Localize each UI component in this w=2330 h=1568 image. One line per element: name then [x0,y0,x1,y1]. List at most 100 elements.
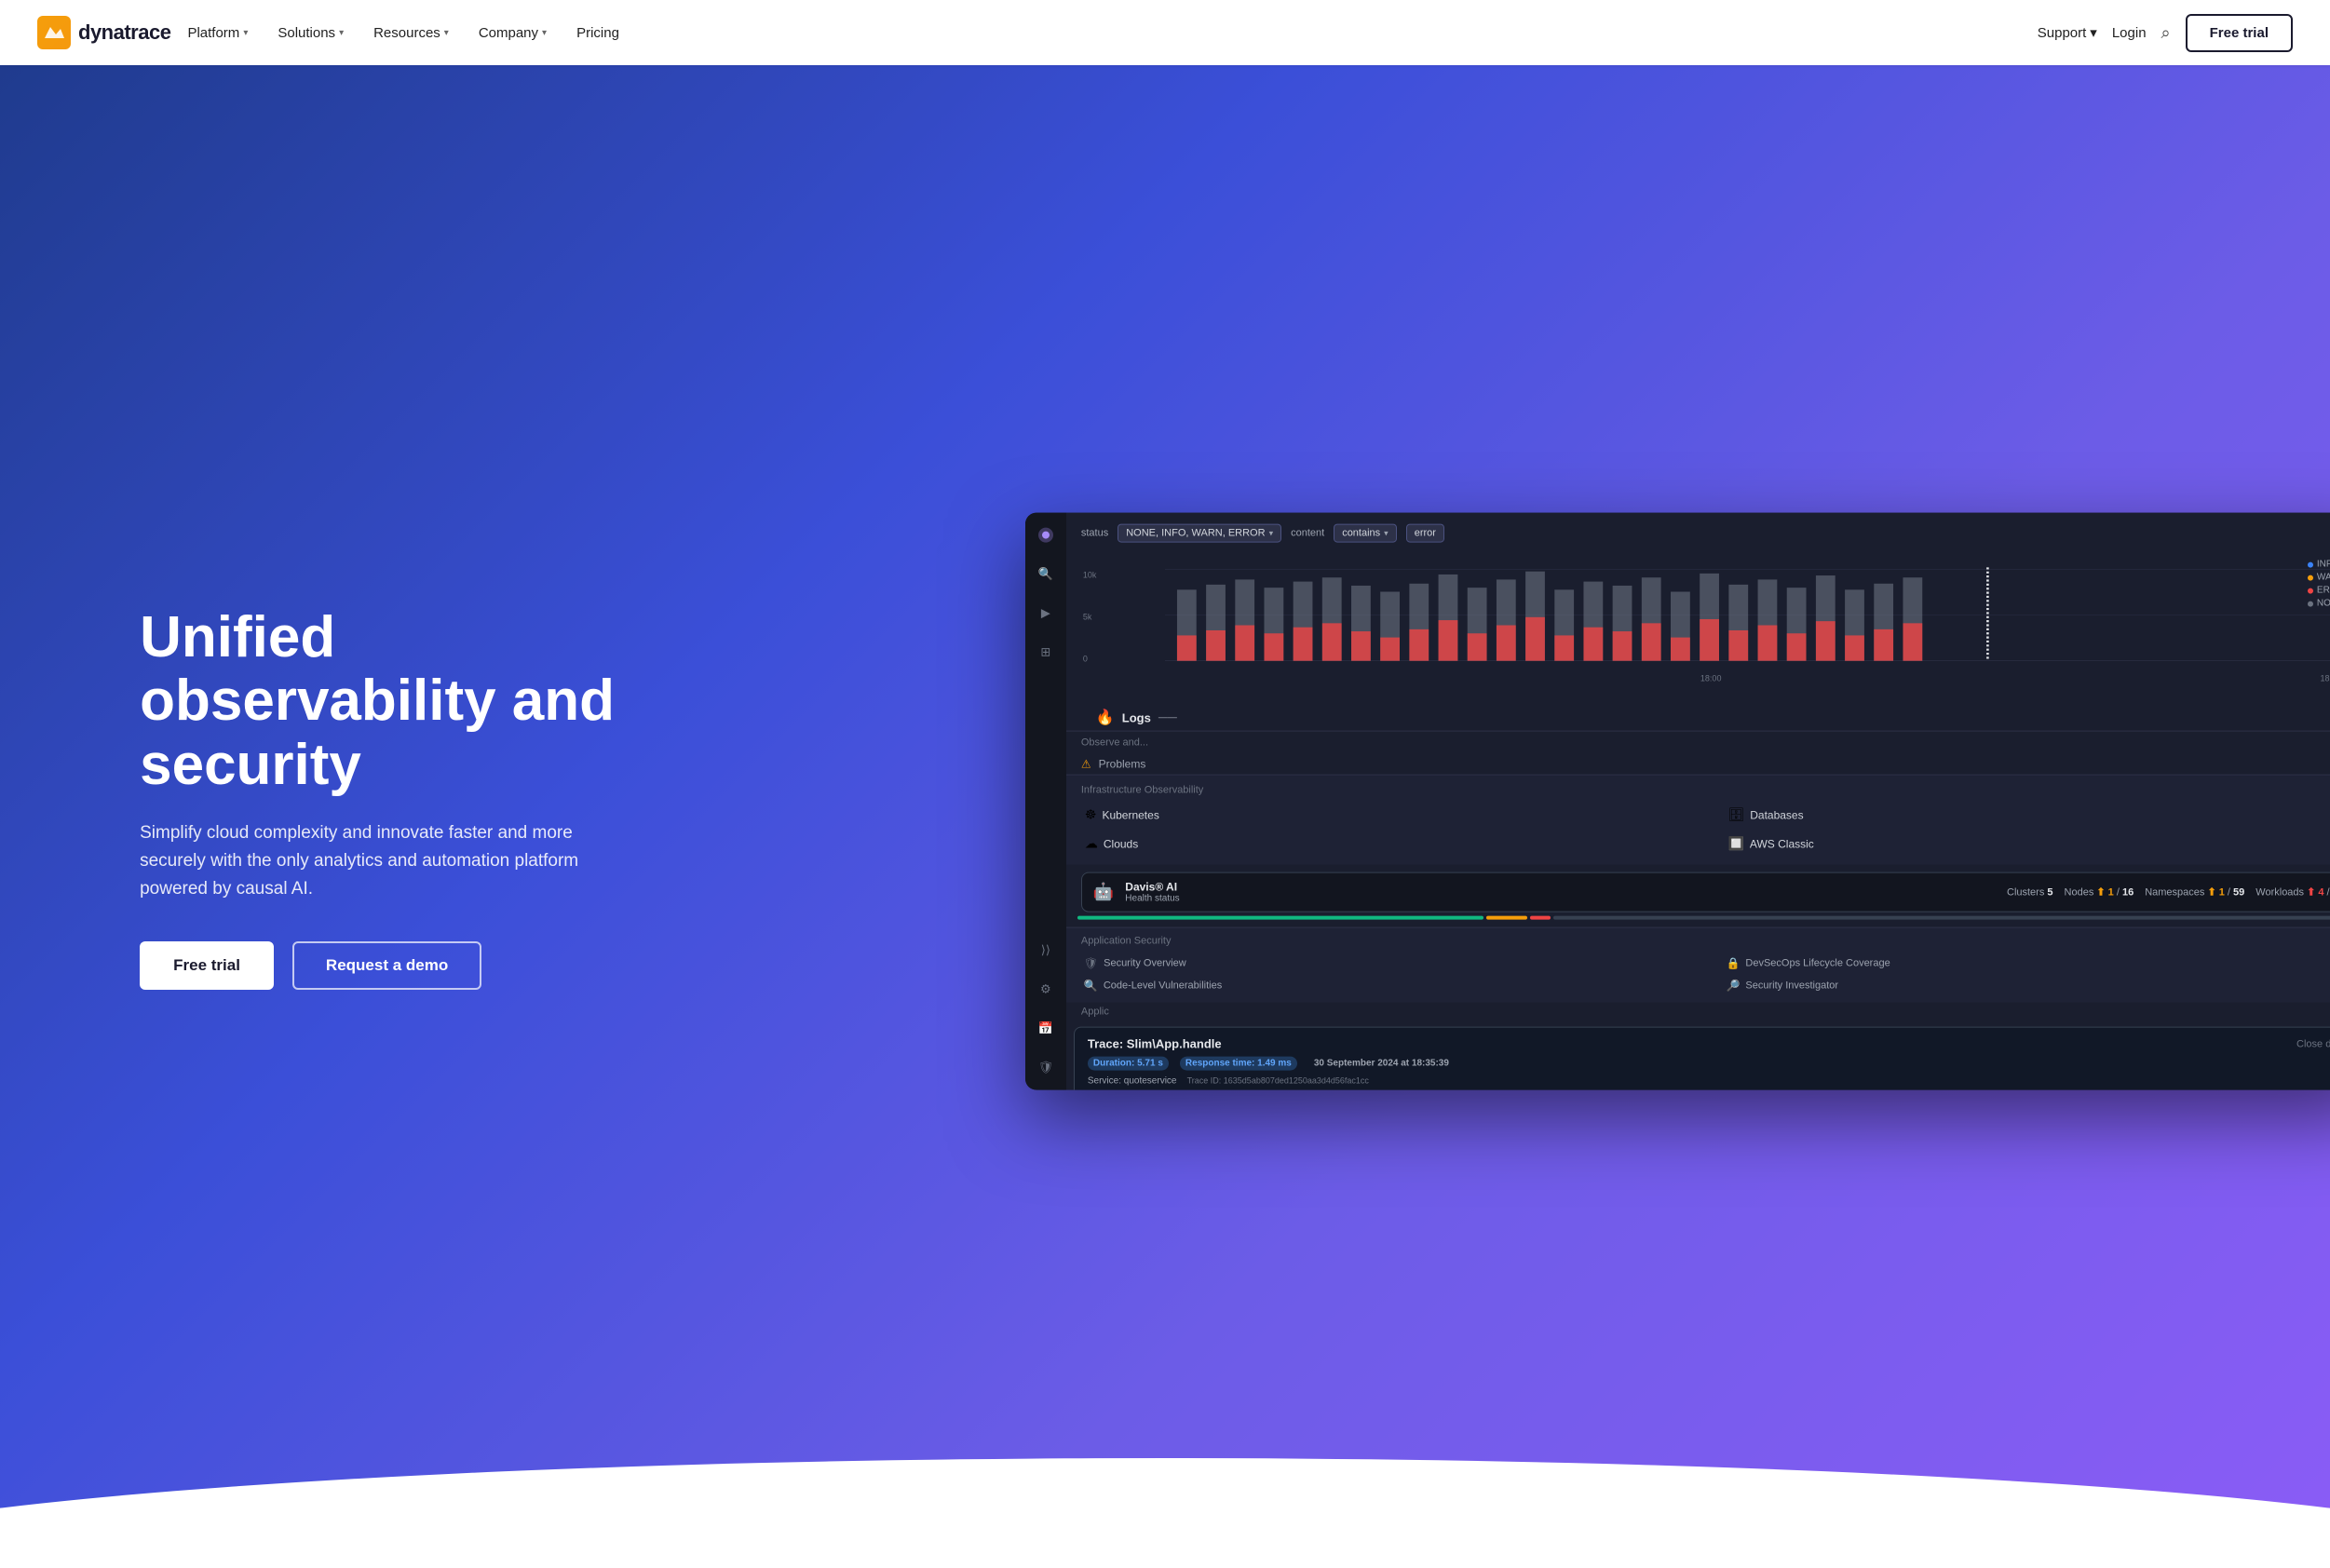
trace-title: Trace: Slim\App.handle [1088,1037,1222,1051]
problems-label: Problems [1099,758,1146,771]
investigator-icon: 🔎 [1726,980,1740,993]
sidebar-shield-icon[interactable]: 🛡 [1035,1057,1057,1079]
hero-content: Unified observability and security Simpl… [0,606,633,990]
chart-svg [1092,560,2330,671]
dashboard-mockup: 🔍 ▶ ⊞ ⟩⟩ ⚙ 📅 🛡 status NONE, [1025,513,2330,1090]
appsec-vulnerabilities: 🔍 Code-Level Vulnerabilities [1081,977,1720,995]
dashboard-sidebar: 🔍 ▶ ⊞ ⟩⟩ ⚙ 📅 🛡 [1025,513,1066,1090]
chevron-down-icon: ▾ [243,28,248,38]
metric-namespaces: Namespaces ⬆ 1 / 59 [2145,886,2244,899]
logs-icon: 🔥 [1096,709,1115,727]
nav-item-pricing[interactable]: Pricing [563,18,632,48]
error-filter-chip[interactable]: error [1406,524,1444,543]
infra-item-kubernetes: ☸ Kubernetes [1081,804,1719,827]
logs-title: Logs [1122,710,1151,724]
hero-buttons: Free trial Request a demo [140,941,633,990]
warning-icon: ⚠ [1081,758,1091,771]
search-icon[interactable]: ⌕ [2161,23,2171,43]
infra-grid: ☸ Kubernetes 🗄 Databases ☁ Clouds [1081,804,2330,856]
sidebar-search-icon[interactable]: 🔍 [1035,563,1057,586]
cloud-icon: ☁ [1085,836,1098,852]
legend-warn: WARN [2308,573,2330,583]
content-filter-chip[interactable]: contains ▾ [1334,524,1397,543]
chevron-down-icon: ▾ [339,28,344,38]
legend-info: INFO [2308,560,2330,570]
hero-subtitle: Simplify cloud complexity and innovate f… [140,819,633,904]
chevron-down-icon: ▾ [444,28,449,38]
appsec-grid: 🛡 Security Overview 🔒 DevSecOps Lifecycl… [1081,954,2330,995]
chart-x-labels: 18:00 18:15 [1092,674,2330,683]
nav-right: Support ▾ Login ⌕ Free trial [2038,14,2293,52]
sidebar-grid-icon[interactable]: ⊞ [1035,642,1057,664]
hero-free-trial-button[interactable]: Free trial [140,941,274,990]
dropdown-arrow-icon: ▾ [1384,528,1389,538]
appsec-devsecops: 🔒 DevSecOps Lifecycle Coverage [1723,954,2330,973]
appsec-investigator: 🔎 Security Investigator [1723,977,2330,995]
trace-panel: Trace: Slim\App.handle Close details Dur… [1074,1027,2330,1090]
trace-header: Trace: Slim\App.handle Close details [1088,1037,2330,1051]
sidebar-expand-icon[interactable]: ⟩⟩ [1035,939,1057,962]
hero-title: Unified observability and security [140,606,633,797]
hero-demo-button[interactable]: Request a demo [292,941,481,990]
sidebar-logo-icon [1035,524,1057,547]
hero-section: Unified observability and security Simpl… [0,0,2330,1568]
metric-clusters: Clusters 5 [2007,886,2053,898]
nav-support[interactable]: Support ▾ [2038,24,2097,41]
nav-item-solutions[interactable]: Solutions ▾ [264,18,357,48]
dropdown-arrow-icon: ▾ [1269,528,1274,538]
infra-item-databases: 🗄 Databases [1724,804,2330,827]
nav-login[interactable]: Login [2112,25,2147,41]
status-filter-label: status [1081,528,1108,539]
trace-response-badge: Response time: 1.49 ms [1180,1057,1297,1071]
trace-time-badge: 30 September 2024 at 18:35:39 [1308,1057,1455,1071]
nav-item-platform[interactable]: Platform ▾ [174,18,261,48]
vulnerability-icon: 🔍 [1084,980,1098,993]
applic-label: Applic [1066,1003,2330,1021]
sidebar-calendar-icon[interactable]: 📅 [1035,1018,1057,1040]
sidebar-play-icon[interactable]: ▶ [1035,602,1057,625]
hero-dashboard: 🔍 ▶ ⊞ ⟩⟩ ⚙ 📅 🛡 status NONE, [1025,513,2330,1090]
filter-row: status NONE, INFO, WARN, ERROR ▾ content… [1081,524,2330,543]
arrow-icon: —— [1158,712,1177,723]
nav-item-company[interactable]: Company ▾ [466,18,560,48]
chart-y-labels: 10k 5k 0 [1083,571,1097,664]
appsec-security-overview: 🛡 Security Overview [1081,954,1720,973]
nav-item-resources[interactable]: Resources ▾ [360,18,462,48]
aws-icon: 🔲 [1727,836,1743,852]
legend-error: ERROR [2308,586,2330,596]
observe-section: Observe and... [1066,732,2330,754]
trace-service: Service: quoteservice Trace ID: 1635d5ab… [1088,1076,2330,1087]
logs-chart: 10k 5k 0 INFO [1081,552,2330,701]
davis-icon: 🤖 [1093,883,1114,902]
nav-logo[interactable]: dynatrace [37,16,170,49]
davis-bar: 🤖 Davis® AI Health status Clusters 5 [1081,872,2330,912]
chart-legend: INFO WARN ERROR [2308,560,2330,609]
dashboard-main: status NONE, INFO, WARN, ERROR ▾ content… [1066,513,2330,1090]
problems-row: ⚠ Problems [1066,754,2330,775]
metric-workloads: Workloads ⬆ 4 / 255 [2255,886,2330,899]
devsecops-icon: 🔒 [1726,957,1740,970]
metric-nodes: Nodes ⬆ 1 / 16 [2065,886,2134,899]
logs-panel: status NONE, INFO, WARN, ERROR ▾ content… [1066,513,2330,732]
logs-section: 🔥 Logs —— [1081,701,2330,731]
infra-item-aws: 🔲 AWS Classic [1724,832,2330,856]
appsec-section: Application Security 🛡 Security Overview… [1066,927,2330,1003]
logo-text: dynatrace [78,20,170,45]
trace-meta: Duration: 5.71 s Response time: 1.49 ms … [1088,1057,2330,1071]
chevron-down-icon: ▾ [2090,24,2097,41]
infra-title: Infrastructure Observability [1081,785,2330,796]
sidebar-settings-icon[interactable]: ⚙ [1035,979,1057,1001]
content-filter-label: content [1291,528,1324,539]
free-trial-button[interactable]: Free trial [2186,14,2293,52]
navbar: dynatrace Platform ▾ Solutions ▾ Resourc… [0,0,2330,65]
infra-item-clouds: ☁ Clouds [1081,832,1719,856]
database-icon: 🗄 [1727,807,1744,823]
legend-none: NONE [2308,599,2330,609]
trace-duration-badge: Duration: 5.71 s [1088,1057,1169,1071]
close-details-button[interactable]: Close details [2296,1038,2330,1049]
appsec-title: Application Security [1081,936,2330,947]
status-filter-chip[interactable]: NONE, INFO, WARN, ERROR ▾ [1118,524,1281,543]
security-icon: 🛡 [1084,957,1098,970]
davis-info: Davis® AI Health status [1125,881,1996,904]
kubernetes-icon: ☸ [1085,807,1097,823]
